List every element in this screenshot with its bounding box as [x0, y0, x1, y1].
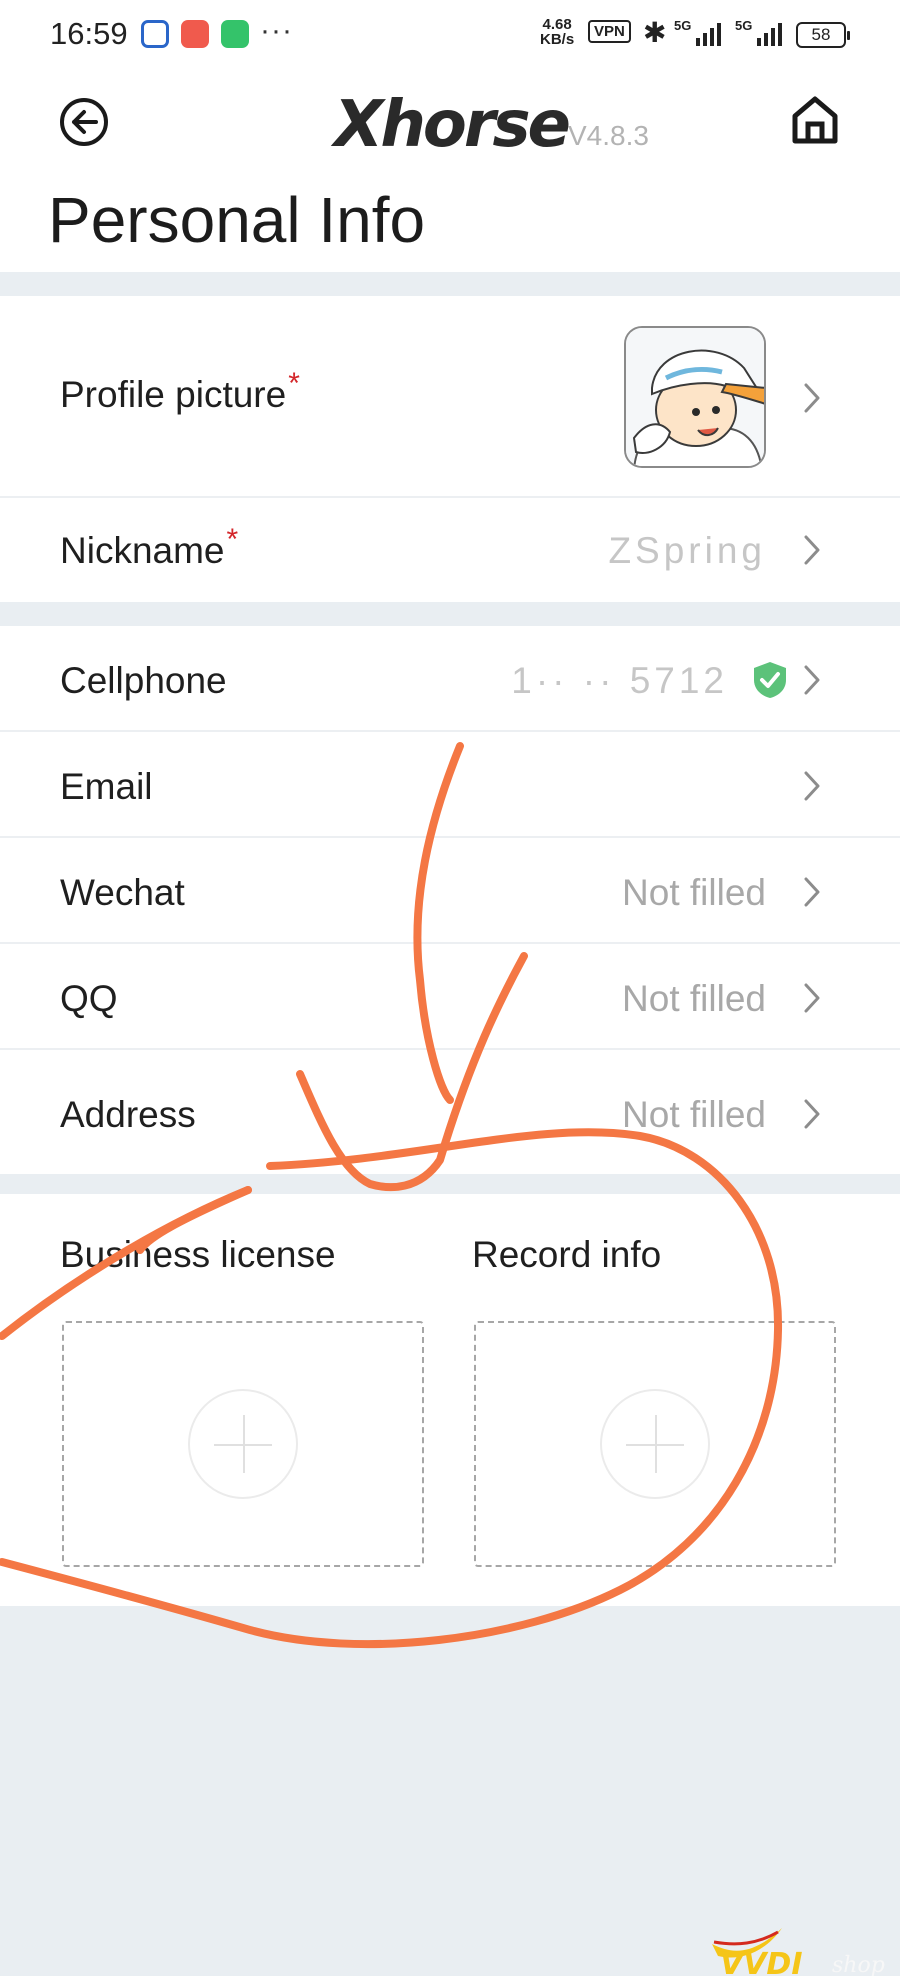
app-notification-icon — [141, 20, 169, 48]
profile-picture-row[interactable]: Profile picture* — [0, 296, 900, 498]
wechat-label: Wechat — [60, 872, 185, 913]
cellphone-value: 1·· ·· 5712 — [511, 660, 728, 701]
app-header: Xhorse V4.8.3 Personal Info — [0, 68, 900, 272]
address-label: Address — [60, 1094, 196, 1135]
chevron-right-icon — [804, 771, 820, 801]
upload-section: Business license Record info — [0, 1194, 900, 1606]
vvdi-watermark-logo: VVDI shop — [712, 1928, 885, 1976]
chevron-right-icon — [804, 665, 820, 695]
cellphone-row[interactable]: Cellphone 1·· ·· 5712 — [0, 626, 900, 732]
page-title: Personal Info — [48, 184, 426, 256]
chevron-right-icon — [804, 1099, 820, 1129]
more-notifications-icon: ··· — [260, 14, 293, 47]
chevron-right-icon — [804, 983, 820, 1013]
record-info-label: Record info — [472, 1234, 662, 1275]
wechat-value: Not filled — [622, 872, 766, 913]
vpn-icon: VPN — [588, 20, 631, 43]
bluetooth-icon: ✱ — [643, 17, 667, 48]
svg-text:shop: shop — [832, 1953, 885, 1976]
status-time: 16:59 — [50, 16, 128, 51]
plus-icon — [600, 1389, 710, 1499]
business-license-label: Business license — [60, 1234, 336, 1275]
qq-row[interactable]: QQ Not filled — [0, 944, 900, 1050]
back-icon[interactable] — [60, 98, 108, 146]
nickname-value: ZSpring — [608, 530, 766, 571]
xhorse-logo: Xhorse — [334, 88, 571, 162]
avatar[interactable] — [624, 326, 766, 468]
wechat-row[interactable]: Wechat Not filled — [0, 838, 900, 944]
cellphone-label: Cellphone — [60, 660, 227, 701]
video-notification-icon — [181, 20, 209, 48]
network-speed: 4.68 KB/s — [540, 16, 575, 48]
nickname-label: Nickname* — [60, 523, 239, 571]
record-info-upload[interactable] — [474, 1321, 836, 1567]
qq-label: QQ — [60, 978, 118, 1019]
address-row[interactable]: Address Not filled — [0, 1050, 900, 1174]
signal-icon: 5G — [674, 18, 722, 48]
chevron-right-icon — [804, 877, 820, 907]
chevron-right-icon — [804, 535, 820, 565]
signal-icon: 5G — [735, 18, 783, 48]
plus-icon — [188, 1389, 298, 1499]
nickname-row[interactable]: Nickname* ZSpring — [0, 498, 900, 602]
verified-shield-icon — [754, 662, 786, 698]
qq-value: Not filled — [622, 978, 766, 1019]
address-value: Not filled — [622, 1094, 766, 1135]
email-label: Email — [60, 766, 153, 807]
business-license-upload[interactable] — [62, 1321, 424, 1567]
home-icon[interactable] — [790, 94, 840, 146]
required-marker: * — [288, 367, 300, 400]
chevron-right-icon — [804, 383, 820, 413]
battery-icon: 58 — [796, 22, 850, 48]
download-notification-icon — [221, 20, 249, 48]
app-version: V4.8.3 — [568, 120, 649, 151]
profile-picture-label: Profile picture* — [60, 367, 300, 415]
email-row[interactable]: Email — [0, 732, 900, 838]
status-bar: 16:59 ··· 4.68 KB/s VPN ✱ 5G 5G 58 — [0, 0, 900, 68]
required-marker: * — [226, 523, 239, 556]
svg-text:VVDI: VVDI — [720, 1947, 803, 1976]
